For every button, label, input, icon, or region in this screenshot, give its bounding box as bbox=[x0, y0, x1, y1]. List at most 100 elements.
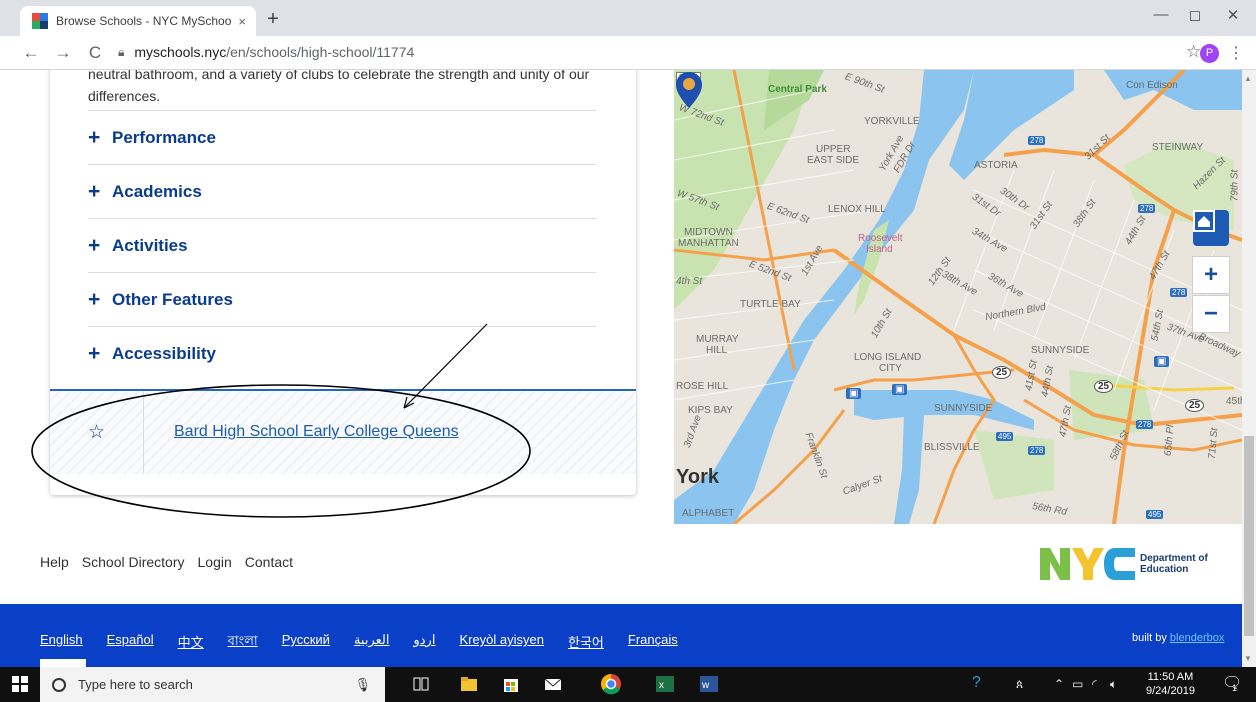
battery-icon[interactable]: ▭ bbox=[1072, 677, 1083, 691]
subway-icon: ▣ bbox=[1154, 356, 1170, 367]
map-label: CITY bbox=[879, 363, 902, 374]
home-map-button[interactable] bbox=[1193, 210, 1229, 246]
search-placeholder: Type here to search bbox=[78, 677, 193, 692]
browser-menu-icon[interactable]: ⋮ bbox=[1228, 43, 1244, 63]
section-other-features[interactable]: + Other Features bbox=[88, 272, 596, 326]
forward-button[interactable]: → bbox=[52, 43, 74, 63]
lang-haitian-creole[interactable]: Kreyòl ayisyen bbox=[459, 632, 544, 653]
mail-icon[interactable] bbox=[542, 673, 564, 695]
task-view-icon[interactable] bbox=[410, 673, 432, 695]
scroll-up-icon[interactable]: ▲ bbox=[1244, 74, 1252, 83]
wifi-icon[interactable]: ◜ bbox=[1092, 677, 1097, 691]
microphone-icon[interactable]: 🎙︎ bbox=[354, 677, 371, 693]
plus-icon: + bbox=[88, 341, 101, 365]
myschools-favicon-icon bbox=[32, 13, 48, 29]
svg-text:x: x bbox=[659, 680, 664, 691]
excel-icon[interactable]: x bbox=[654, 673, 676, 695]
clock[interactable]: 11:50 AM 9/24/2019 bbox=[1146, 670, 1195, 698]
lang-russian[interactable]: Русский bbox=[282, 632, 330, 653]
svg-text:w: w bbox=[701, 680, 710, 691]
map-label: Con Edison bbox=[1126, 80, 1178, 91]
lang-korean[interactable]: 한국어 bbox=[568, 632, 604, 653]
new-tab-button[interactable]: + bbox=[262, 8, 284, 31]
page-scrollbar[interactable]: ▲ ▼ bbox=[1242, 70, 1256, 667]
scroll-down-icon[interactable]: ▼ bbox=[1244, 654, 1252, 663]
section-accessibility[interactable]: + Accessibility bbox=[88, 326, 596, 380]
map-label: MIDTOWN bbox=[684, 227, 733, 238]
help-icon[interactable]: ? bbox=[972, 674, 981, 692]
interstate-shield: 278 bbox=[1028, 136, 1046, 145]
language-footer: English Español 中文 বাংলা Русский العربية… bbox=[0, 604, 1242, 667]
section-activities[interactable]: + Activities bbox=[88, 218, 596, 272]
file-explorer-icon[interactable] bbox=[458, 673, 480, 695]
lang-french[interactable]: Français bbox=[628, 632, 678, 653]
chrome-icon[interactable] bbox=[600, 673, 622, 695]
zoom-out-button[interactable]: − bbox=[1192, 295, 1230, 333]
map-label: 4th St bbox=[676, 276, 703, 287]
close-window-button[interactable]: ✕ bbox=[1218, 6, 1248, 24]
restore-button[interactable]: ◻ bbox=[1180, 6, 1210, 24]
notification-count: 1 bbox=[1232, 683, 1238, 693]
favorite-star-icon[interactable]: ☆ bbox=[50, 391, 144, 474]
map-label: EAST SIDE bbox=[807, 155, 860, 166]
school-location-pin-icon[interactable] bbox=[674, 70, 704, 110]
lang-spanish[interactable]: Español bbox=[107, 632, 154, 653]
map[interactable]: HHP Central Park E 90th St W 72nd St YOR… bbox=[674, 70, 1242, 524]
back-button[interactable]: ← bbox=[20, 43, 42, 63]
map-label: 25 bbox=[992, 366, 1012, 379]
section-performance[interactable]: + Performance bbox=[88, 110, 596, 164]
cortana-icon bbox=[52, 677, 66, 692]
tab-close-icon[interactable]: × bbox=[238, 14, 246, 29]
show-hidden-icons-icon[interactable]: ⌃ bbox=[1054, 677, 1064, 691]
clock-time: 11:50 AM bbox=[1147, 671, 1194, 683]
lang-urdu[interactable]: اردو bbox=[413, 632, 435, 653]
reload-button[interactable]: C bbox=[84, 43, 106, 63]
browser-tab[interactable]: Browse Schools - NYC MySchool × bbox=[20, 6, 256, 36]
lang-arabic[interactable]: العربية bbox=[354, 632, 390, 653]
store-icon[interactable] bbox=[500, 673, 522, 695]
footer-link-help[interactable]: Help bbox=[40, 554, 69, 570]
map-label: 25 bbox=[1094, 380, 1114, 393]
blenderbox-link[interactable]: blenderbox bbox=[1170, 632, 1224, 644]
lang-bengali[interactable]: বাংলা bbox=[228, 632, 258, 653]
bookmark-star-icon[interactable]: ☆ bbox=[1186, 42, 1201, 62]
url-field[interactable]: 🔒︎ myschools.nyc/en/schools/high-school/… bbox=[118, 44, 414, 60]
word-icon[interactable]: w bbox=[698, 673, 720, 695]
map-label: MANHATTAN bbox=[678, 238, 739, 249]
footer-link-contact[interactable]: Contact bbox=[245, 554, 293, 570]
taskbar-search-input[interactable]: Type here to search 🎙︎ bbox=[40, 667, 385, 702]
windows-taskbar: Type here to search 🎙︎ x w ? ጰ ⌃ ▭ ◜ 🔈︎ … bbox=[0, 667, 1256, 702]
interstate-shield: 495 bbox=[1146, 510, 1164, 519]
scroll-thumb[interactable] bbox=[1244, 436, 1254, 636]
map-label: LENOX HILL bbox=[828, 204, 886, 215]
school-description: neutral bathroom, and a variety of clubs… bbox=[88, 70, 590, 104]
address-bar-row: ← → C 🔒︎ myschools.nyc/en/schools/high-s… bbox=[0, 36, 1256, 70]
plus-icon: + bbox=[88, 233, 101, 257]
lang-chinese[interactable]: 中文 bbox=[178, 632, 204, 653]
people-icon[interactable]: ጰ bbox=[1016, 677, 1023, 692]
map-label: Roosevelt bbox=[858, 233, 903, 244]
url-path: /en/schools/high-school/11774 bbox=[226, 44, 415, 60]
map-label: Island bbox=[866, 244, 893, 255]
section-label: Activities bbox=[112, 235, 188, 255]
school-name-link[interactable]: Bard High School Early College Queens bbox=[174, 423, 459, 441]
interstate-shield: 495 bbox=[996, 432, 1014, 441]
lang-english[interactable]: English bbox=[40, 632, 83, 653]
windows-start-icon[interactable] bbox=[12, 676, 28, 692]
interstate-shield: 278 bbox=[1138, 204, 1156, 213]
footer-nav: Help School Directory Login Contact bbox=[40, 554, 293, 570]
doe-line-1: Department of bbox=[1140, 553, 1208, 564]
zoom-in-button[interactable]: + bbox=[1192, 256, 1230, 294]
profile-avatar[interactable]: P bbox=[1200, 44, 1219, 63]
footer-link-school-directory[interactable]: School Directory bbox=[82, 554, 185, 570]
map-label: HILL bbox=[706, 345, 728, 356]
volume-muted-icon[interactable]: 🔈︎ bbox=[1110, 677, 1117, 692]
nyc-doe-logo[interactable]: Department of Education bbox=[1040, 544, 1208, 584]
footer-link-login[interactable]: Login bbox=[198, 554, 232, 570]
map-label: STEINWAY bbox=[1152, 142, 1204, 153]
built-by-prefix: built by bbox=[1132, 632, 1170, 644]
subway-icon: ▣ bbox=[892, 384, 908, 395]
section-academics[interactable]: + Academics bbox=[88, 164, 596, 218]
minimize-button[interactable]: — bbox=[1146, 6, 1176, 23]
plus-icon: + bbox=[88, 179, 101, 203]
